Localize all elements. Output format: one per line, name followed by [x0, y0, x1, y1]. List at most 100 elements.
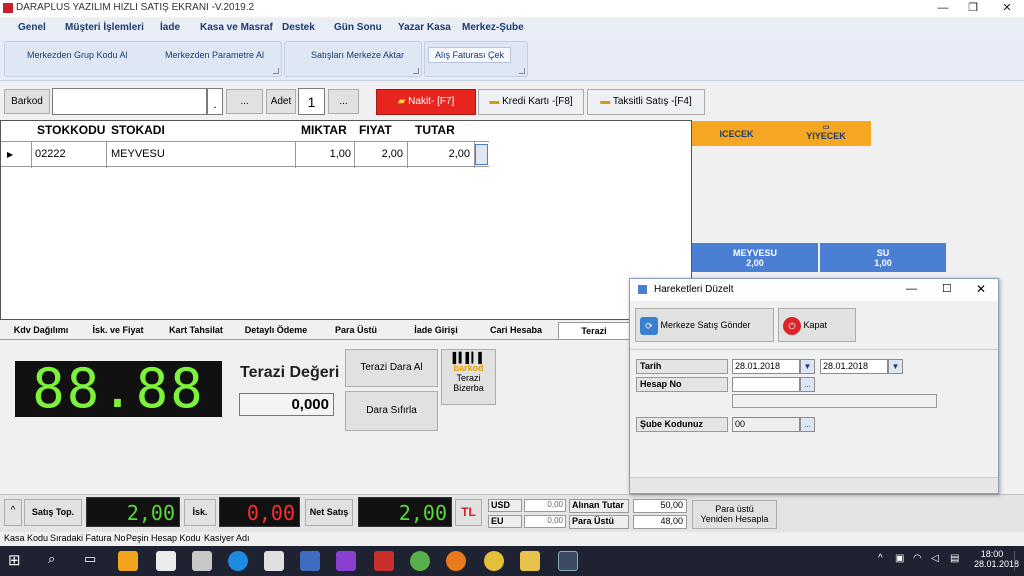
active-app-icon[interactable]	[558, 551, 578, 571]
adet-button[interactable]: ...	[328, 89, 359, 114]
status-kasiyer: Kasiyer Adı	[204, 533, 250, 543]
kredi-karti-button[interactable]: ▬ Kredi Kartı -[F8]	[478, 89, 584, 115]
dialog-close-icon[interactable]: ✕	[976, 282, 986, 296]
tools-icon[interactable]	[192, 551, 212, 571]
table-row[interactable]: ▶ 02222 MEYVESU 1,00 2,00 2,00	[1, 141, 489, 168]
sql-icon[interactable]	[300, 551, 320, 571]
category-yiyecek[interactable]: ▭ YIYECEK	[781, 121, 871, 146]
tab-para-ustu[interactable]: Para Üstü	[318, 322, 394, 339]
filezilla-icon[interactable]	[374, 551, 394, 571]
tarih-start-input[interactable]: 28.01.2018	[732, 359, 800, 374]
taksitli-satis-button[interactable]: ▬ Taksitli Satış -[F4]	[587, 89, 705, 115]
dara-sifirla-button[interactable]: Dara Sıfırla	[345, 391, 438, 431]
product-su-name: SU	[876, 248, 890, 258]
cell-miktar[interactable]: 1,00	[297, 148, 351, 160]
teamviewer-icon[interactable]	[264, 551, 284, 571]
store-icon[interactable]	[156, 551, 176, 571]
close-icon[interactable]: ✕	[992, 0, 1022, 17]
dialog-minimize-icon[interactable]: —	[906, 283, 917, 295]
edge-icon[interactable]	[228, 551, 248, 571]
tab-kdv[interactable]: Kdv Dağılımı	[2, 322, 80, 339]
col-header-miktar[interactable]: MIKTAR	[301, 123, 347, 137]
tab-terazi[interactable]: Terazi	[558, 322, 630, 339]
satislari-aktar-button[interactable]: Satışları Merkeze Aktar	[311, 50, 404, 60]
group-launcher-icon[interactable]	[519, 68, 525, 74]
expand-button[interactable]: ^	[4, 499, 22, 526]
tray-chevron-icon[interactable]: ^	[878, 553, 883, 564]
sube-search-button[interactable]: ...	[800, 417, 815, 432]
category-icecek[interactable]: ICECEK	[692, 121, 781, 146]
product-meyvesu[interactable]: MEYVESU 2,00	[692, 243, 818, 272]
terazi-dara-al-button[interactable]: Terazi Dara Al	[345, 349, 438, 387]
visual-studio-icon[interactable]	[336, 551, 356, 571]
kapat-button[interactable]: ⏻ Kapat	[778, 308, 856, 342]
product-su[interactable]: SU 1,00	[820, 243, 946, 272]
tray-volume-icon[interactable]: ◁	[931, 553, 939, 564]
menu-merkez-sube[interactable]: Merkez-Şube	[462, 22, 524, 33]
explorer-icon[interactable]	[520, 551, 540, 571]
tab-isk-fiyat[interactable]: İsk. ve Fiyat	[80, 322, 156, 339]
sales-grid[interactable]: STOKKODU STOKADI MIKTAR FIYAT TUTAR ▶ 02…	[0, 120, 692, 320]
cell-stokadi[interactable]: MEYVESU	[111, 148, 165, 160]
adet-input[interactable]: 1	[298, 88, 325, 115]
col-header-stokkodu[interactable]: STOKKODU	[37, 123, 105, 137]
tray-lang-icon[interactable]: ▤	[950, 553, 959, 564]
menu-iade[interactable]: İade	[160, 22, 180, 33]
col-header-stokadi[interactable]: STOKADI	[111, 123, 165, 137]
merkezden-parametre-button[interactable]: Merkezden Parametre Al	[165, 50, 264, 60]
app-green-icon[interactable]	[410, 551, 430, 571]
menu-yazar-kasa[interactable]: Yazar Kasa	[398, 22, 451, 33]
barkod-dot[interactable]: .	[207, 88, 223, 115]
show-desktop-button[interactable]	[1014, 551, 1022, 571]
firefox-icon[interactable]	[446, 551, 466, 571]
group-launcher-icon[interactable]	[413, 68, 419, 74]
task-view-icon[interactable]: ▭	[84, 551, 96, 567]
tarih-end-input[interactable]: 28.01.2018	[820, 359, 888, 374]
col-header-tutar[interactable]: TUTAR	[415, 123, 455, 137]
cell-fiyat[interactable]: 2,00	[355, 148, 403, 160]
menu-kasa[interactable]: Kasa ve Masraf	[200, 22, 273, 33]
group-launcher-icon[interactable]	[273, 68, 279, 74]
minimize-icon[interactable]: —	[928, 0, 958, 17]
row-action-cell[interactable]	[475, 144, 488, 165]
barkod-search-button[interactable]: ...	[226, 89, 263, 114]
merkeze-satis-gonder-button[interactable]: ⟳ Merkeze Satış Gönder	[635, 308, 774, 342]
chevron-down-icon[interactable]: ▼	[888, 359, 903, 374]
tab-cari-hesaba[interactable]: Cari Hesaba	[478, 322, 554, 339]
tab-detayli-odeme[interactable]: Detaylı Ödeme	[236, 322, 316, 339]
menu-musteri[interactable]: Müşteri İşlemleri	[65, 22, 144, 33]
para-ustu-hesapla-button[interactable]: Para üstü Yeniden Hesapla	[692, 500, 777, 529]
tray-wifi-icon[interactable]: ◠	[913, 553, 922, 564]
chrome-icon[interactable]	[484, 551, 504, 571]
maximize-icon[interactable]: ❐	[958, 0, 988, 17]
cell-tutar[interactable]: 2,00	[409, 148, 470, 160]
app-icon	[3, 3, 13, 13]
app-draplus-icon[interactable]	[118, 551, 138, 571]
tray-network-icon[interactable]: ▣	[895, 553, 904, 564]
menu-destek[interactable]: Destek	[282, 22, 315, 33]
barkod-input[interactable]	[52, 88, 207, 115]
taskbar-clock[interactable]: 18:00 28.01.2018	[974, 549, 1019, 569]
terazi-bizerba-button[interactable]: ▌▍▌▎▌ barkod Terazi Bizerba	[441, 349, 496, 405]
windows-start-icon[interactable]: ⊞	[8, 551, 21, 569]
usd-value: 0,00	[524, 499, 566, 512]
sube-kodu-input[interactable]: 00	[732, 417, 800, 432]
search-icon[interactable]: ⌕	[48, 551, 55, 567]
dialog-maximize-icon[interactable]: ☐	[942, 282, 952, 295]
menu-gun-sonu[interactable]: Gün Sonu	[334, 22, 382, 33]
terazi-display: 88.88	[15, 361, 222, 417]
hesap-no-input[interactable]	[732, 377, 800, 392]
merkezden-grup-kodu-button[interactable]: Merkezden Grup Kodu Al	[27, 50, 128, 60]
col-header-fiyat[interactable]: FIYAT	[359, 123, 392, 137]
nakit-button[interactable]: ▰ Nakit- [F7]	[376, 89, 476, 115]
tab-iade-girisi[interactable]: İade Girişi	[396, 322, 476, 339]
cell-divider	[31, 142, 32, 168]
cell-stokkodu[interactable]: 02222	[35, 148, 66, 160]
alis-faturasi-button[interactable]: Alış Faturası Çek	[428, 47, 512, 63]
alinan-tutar-input[interactable]: 50,00	[633, 499, 687, 513]
hesap-search-button[interactable]: ...	[800, 377, 815, 392]
chevron-down-icon[interactable]: ▼	[800, 359, 815, 374]
cash-icon: ▰	[397, 96, 406, 107]
tab-kart-tahsilat[interactable]: Kart Tahsilat	[158, 322, 234, 339]
menu-genel[interactable]: Genel	[18, 22, 46, 33]
